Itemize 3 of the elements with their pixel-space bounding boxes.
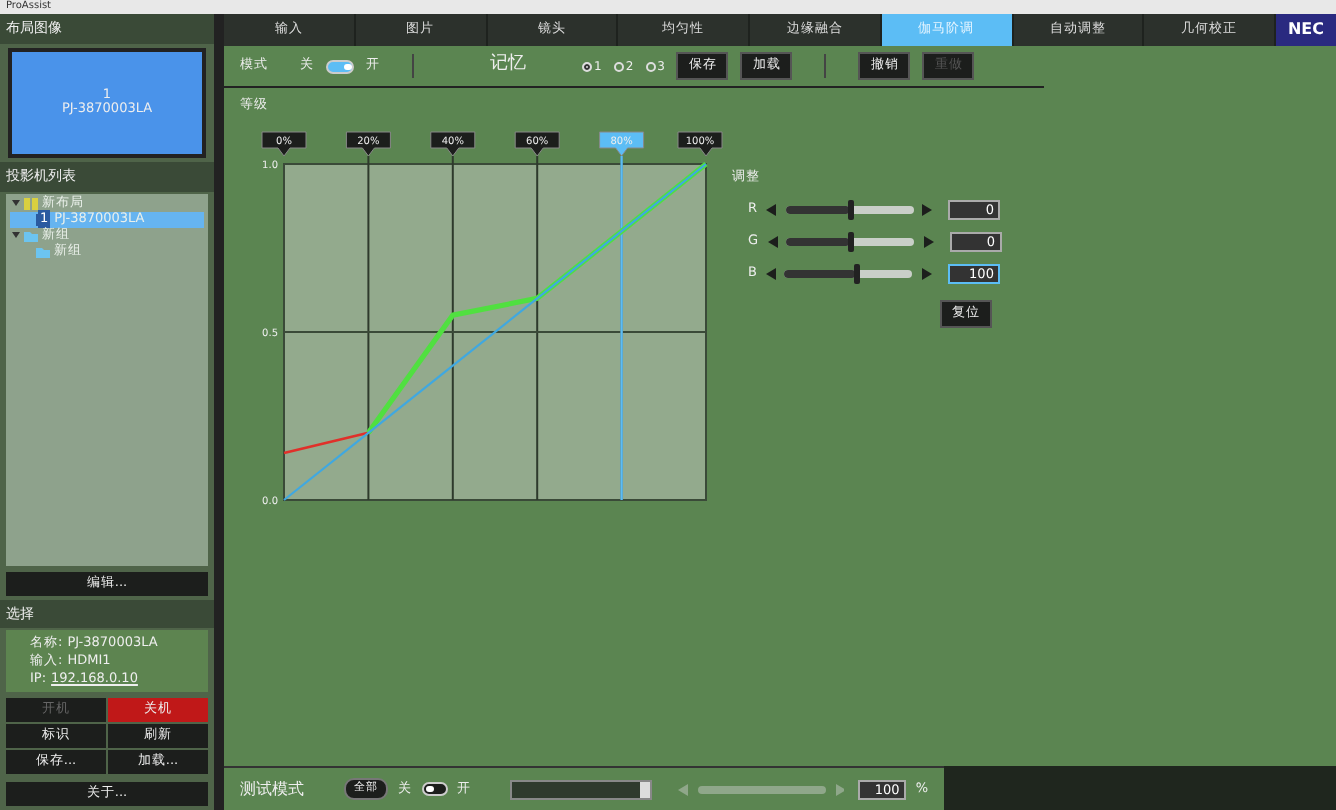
memory-label: 记忆	[490, 52, 526, 79]
logo: NEC	[1276, 14, 1336, 46]
bar-title: 测试模式	[240, 777, 304, 801]
